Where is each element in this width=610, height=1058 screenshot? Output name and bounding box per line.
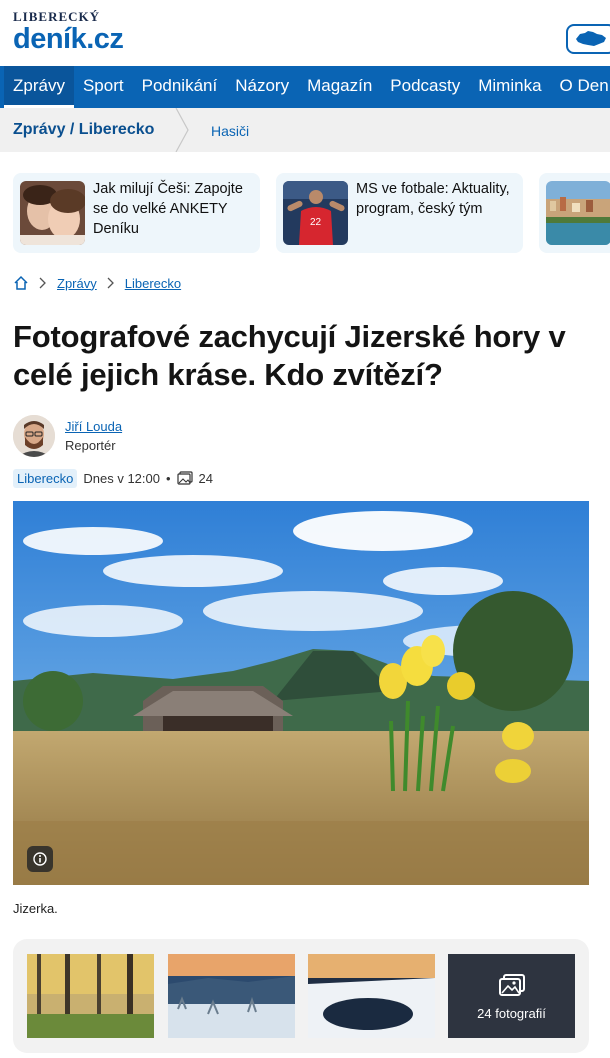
gallery-more-label: 24 fotografií — [477, 1006, 546, 1021]
photo-gallery-strip: 24 fotografií — [13, 939, 589, 1053]
nav-item-nazory[interactable]: Názory — [226, 66, 298, 108]
image-caption: Jizerka. — [13, 901, 58, 916]
photo-count: 24 — [198, 470, 214, 486]
nav-item-o-deniku[interactable]: O Deník — [551, 66, 610, 108]
nav-item-zpravy[interactable]: Zprávy — [4, 66, 74, 108]
chevron-divider-icon — [175, 108, 189, 152]
promo-card[interactable]: Jak milují Češi: Zapojte se do velké ANK… — [13, 173, 260, 253]
promo-card[interactable] — [539, 173, 610, 253]
gallery-thumb[interactable] — [168, 954, 295, 1038]
nav-item-sport[interactable]: Sport — [74, 66, 133, 108]
photo-gallery-icon — [176, 471, 193, 485]
author-role: Reportér — [65, 438, 116, 453]
logo-region-text: LIBERECKÝ — [13, 9, 101, 24]
gallery-thumb[interactable] — [308, 954, 435, 1038]
chevron-right-icon — [39, 277, 46, 289]
chevron-right-icon — [107, 277, 114, 289]
city-photo-icon — [546, 181, 610, 245]
snowy-river-photo — [308, 954, 435, 1038]
breadcrumb-link-liberecko[interactable]: Liberecko — [125, 276, 181, 291]
logo-brand-text: deník.cz — [13, 23, 124, 55]
gallery-more-button[interactable]: 24 fotografií — [448, 954, 575, 1038]
winter-hills-photo — [168, 954, 295, 1038]
nav-item-podnikani[interactable]: Podnikání — [133, 66, 227, 108]
couple-photo-icon — [20, 181, 85, 245]
article-meta: Liberecko Dnes v 12:00 • 24 — [13, 467, 213, 489]
info-icon — [33, 852, 47, 866]
photo-gallery-icon — [499, 974, 525, 996]
avatar[interactable] — [13, 415, 55, 457]
landscape-daffodils-photo — [13, 501, 589, 885]
category-tag[interactable]: Liberecko — [13, 468, 78, 488]
nav-item-podcasty[interactable]: Podcasty — [381, 66, 469, 108]
info-button[interactable] — [27, 846, 53, 872]
nav-item-miminka[interactable]: Miminka — [469, 66, 550, 108]
section-title[interactable]: Zprávy / Liberecko — [13, 108, 154, 152]
promo-card[interactable]: 22 MS ve fotbale: Aktuality, program, če… — [276, 173, 523, 253]
home-icon[interactable] — [13, 275, 29, 291]
site-header: LIBERECKÝ deník.cz — [0, 0, 610, 66]
hero-image[interactable] — [13, 501, 589, 885]
promo-text: MS ve fotbale: Aktuality, program, český… — [356, 181, 510, 217]
football-player-photo-icon: 22 — [283, 181, 348, 245]
gallery-thumb[interactable] — [27, 954, 154, 1038]
breadcrumb-link-zpravy[interactable]: Zprávy — [57, 276, 97, 291]
main-nav: Zprávy Sport Podnikání Názory Magazín Po… — [0, 66, 610, 108]
nav-item-magazin[interactable]: Magazín — [298, 66, 381, 108]
meta-separator: • — [165, 470, 171, 486]
promo-text: Jak milují Češi: Zapojte se do velké ANK… — [93, 181, 243, 237]
autumn-forest-photo — [27, 954, 154, 1038]
section-bar: Zprávy / Liberecko Hasiči — [0, 108, 610, 152]
breadcrumb: Zprávy Liberecko — [13, 274, 181, 292]
region-map-button[interactable] — [566, 24, 610, 54]
article-title: Fotografové zachycují Jizerské hory v ce… — [13, 319, 566, 392]
author-name-link[interactable]: Jiří Louda — [65, 419, 122, 434]
section-subtopic-link[interactable]: Hasiči — [211, 108, 249, 154]
publish-time: Dnes v 12:00 — [83, 470, 160, 486]
site-logo[interactable]: LIBERECKÝ deník.cz — [13, 9, 124, 55]
czech-map-icon — [576, 31, 606, 46]
svg-text:22: 22 — [310, 217, 322, 228]
